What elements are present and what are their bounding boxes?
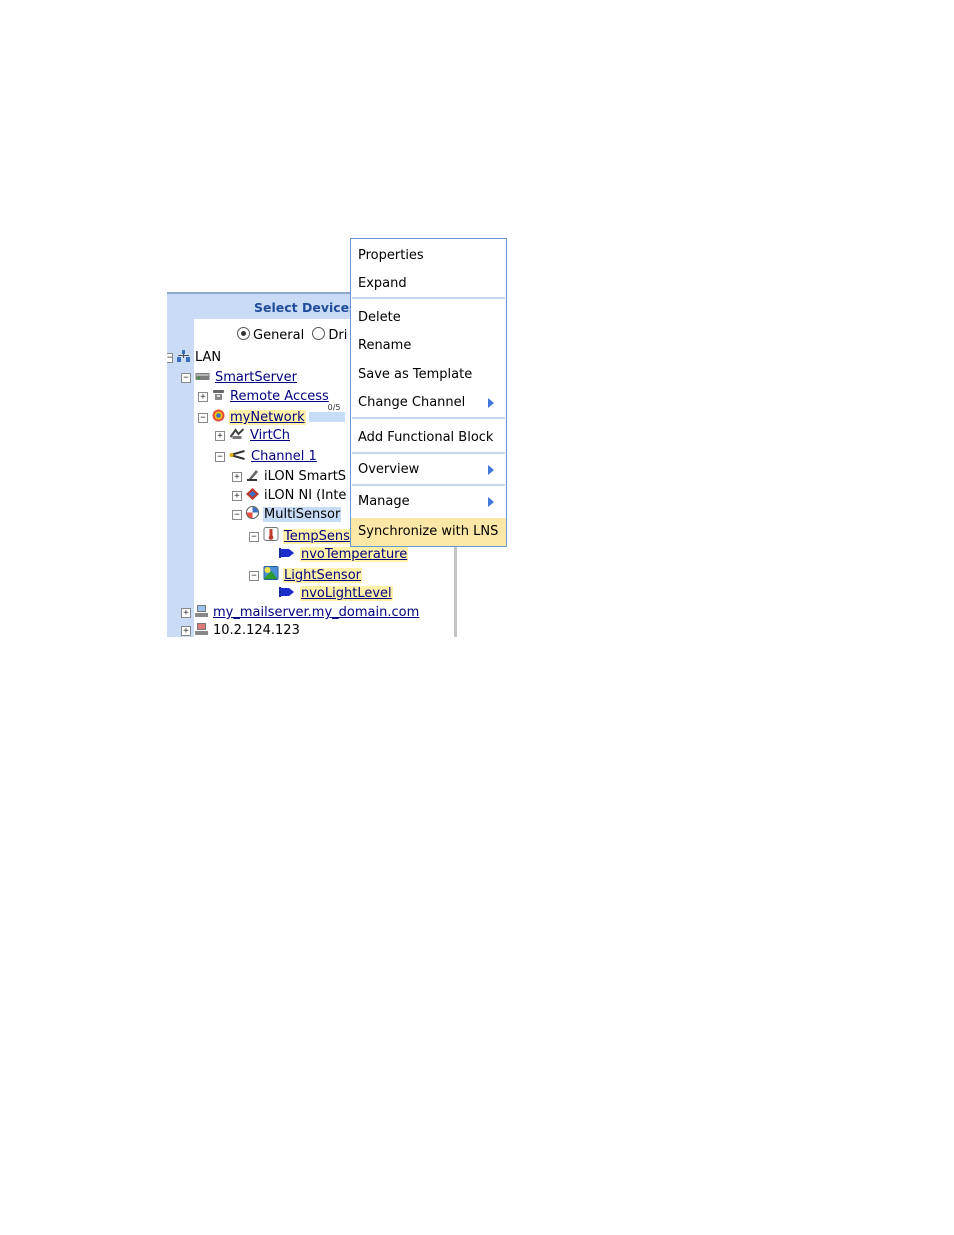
menu-item-manage[interactable]: Manage [351, 490, 506, 514]
ilon-device-icon [247, 470, 258, 481]
tree-label[interactable]: VirtCh [249, 428, 291, 443]
menu-item-save-as-template[interactable]: Save as Template [351, 363, 506, 387]
menu-separator [352, 297, 505, 299]
tree-node-channel1[interactable]: − Channel 1 [215, 448, 318, 466]
tree-label[interactable]: Channel 1 [250, 449, 318, 464]
smartserver-icon [195, 373, 210, 380]
menu-separator [352, 417, 505, 419]
tree-node-multisensor[interactable]: − MultiSensor [232, 506, 342, 524]
menu-item-label: Manage [358, 494, 410, 509]
tree-node-lan[interactable]: − LAN [167, 349, 222, 367]
menu-item-synchronize-lns[interactable]: Synchronize with LNS [351, 518, 506, 546]
expand-icon[interactable]: + [232, 472, 242, 482]
expand-icon[interactable]: + [232, 491, 242, 501]
tree-node-mynetwork[interactable]: − myNetwork 0/5 [198, 404, 345, 427]
tree-label: LAN [195, 350, 222, 365]
radio-selected-icon[interactable] [237, 327, 250, 340]
tree-label: iLON NI (Inte [264, 488, 347, 503]
tree-node-ilon-smartserver[interactable]: + iLON SmartS [232, 468, 347, 486]
tree-node-nvolightlevel[interactable]: nvoLightLevel [279, 585, 393, 603]
panel-title: Select Devices [254, 300, 357, 315]
collapse-icon[interactable]: − [198, 413, 208, 423]
collapse-icon[interactable]: − [249, 532, 259, 542]
light-sensor-icon [263, 566, 279, 580]
collapse-icon[interactable]: − [167, 353, 173, 363]
virtual-channel-icon [229, 428, 245, 439]
submenu-arrow-icon [488, 398, 494, 408]
datapoint-output-icon [279, 587, 294, 597]
menu-item-delete[interactable]: Delete [351, 306, 506, 330]
menu-item-label: Overview [358, 462, 420, 477]
tree-node-lightsensor[interactable]: − LightSensor [249, 566, 363, 584]
tree-label[interactable]: nvoLightLevel [300, 586, 393, 601]
computer-icon [195, 605, 208, 617]
tree-node-ilon-ni[interactable]: + iLON NI (Inte [232, 487, 347, 505]
collapse-icon[interactable]: − [249, 571, 259, 581]
mode-general[interactable]: General [237, 327, 305, 343]
mode-other-label: Dri [328, 328, 348, 343]
menu-item-expand[interactable]: Expand [351, 272, 506, 296]
tree-node-virtch[interactable]: + VirtCh [215, 427, 291, 445]
menu-separator [352, 484, 505, 486]
progress-text: 0/5 [327, 403, 341, 412]
collapse-icon[interactable]: − [232, 510, 242, 520]
channel-icon [229, 450, 245, 460]
tree-node-remote-access[interactable]: + Remote Access [198, 388, 330, 406]
radio-icon[interactable] [312, 327, 326, 340]
panel-left-strip [167, 292, 194, 637]
menu-item-label: Change Channel [358, 395, 466, 410]
expand-icon[interactable]: + [181, 626, 191, 636]
phone-icon [213, 390, 224, 400]
tree-node-mailserver[interactable]: + my_mailserver.my_domain.com [181, 604, 420, 622]
tree-label[interactable]: LightSensor [283, 568, 363, 583]
tree-label: 10.2.124.123 [213, 623, 300, 637]
lns-network-icon [212, 409, 225, 422]
menu-separator [352, 452, 505, 454]
tree-label: MultiSensor [263, 507, 342, 522]
tree-node-tempsensor[interactable]: − TempSens [249, 527, 351, 545]
menu-item-overview[interactable]: Overview [351, 458, 506, 482]
mode-other[interactable]: Dri [312, 327, 348, 343]
menu-item-properties[interactable]: Properties [351, 244, 506, 268]
progress-bar: 0/5 [308, 404, 345, 422]
tree-label[interactable]: myNetwork [229, 410, 306, 425]
expand-icon[interactable]: + [181, 608, 191, 618]
ilon-ni-icon [246, 488, 259, 500]
tree-label[interactable]: my_mailserver.my_domain.com [212, 605, 420, 620]
multisensor-icon [246, 506, 259, 519]
collapse-icon[interactable]: − [181, 373, 191, 383]
tree-node-smartserver[interactable]: − SmartServer [181, 369, 298, 387]
expand-icon[interactable]: + [215, 431, 225, 441]
submenu-arrow-icon [488, 465, 494, 475]
menu-item-add-functional-block[interactable]: Add Functional Block [351, 426, 506, 450]
tree-label[interactable]: nvoTemperature [300, 547, 409, 562]
menu-item-change-channel[interactable]: Change Channel [351, 391, 506, 415]
collapse-icon[interactable]: − [215, 452, 225, 462]
tree-node-ip[interactable]: +10.2.124.123 [181, 622, 301, 637]
datapoint-output-icon [279, 548, 294, 558]
tree-label[interactable]: Remote Access [229, 389, 330, 404]
tree-label[interactable]: TempSens [283, 529, 351, 544]
tree-label: iLON SmartS [264, 469, 347, 484]
submenu-arrow-icon [488, 497, 494, 507]
tree-label[interactable]: SmartServer [214, 370, 298, 385]
computer-icon [195, 623, 208, 635]
mode-selector: General Dri [237, 327, 347, 343]
tree-node-nvotemperature[interactable]: nvoTemperature [279, 546, 409, 564]
expand-icon[interactable]: + [198, 392, 208, 402]
mode-general-label: General [253, 328, 305, 343]
menu-item-rename[interactable]: Rename [351, 334, 506, 358]
context-menu: Properties Expand Delete Rename Save as … [350, 238, 507, 547]
thermometer-icon [263, 527, 279, 541]
lan-icon [177, 350, 190, 362]
